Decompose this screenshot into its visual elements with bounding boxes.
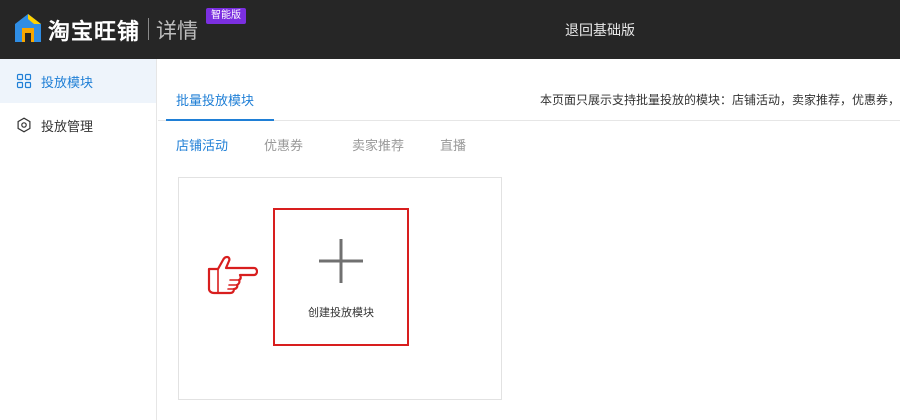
- pointing-hand-icon: [207, 255, 258, 295]
- subtab-store-activity[interactable]: 店铺活动: [176, 135, 228, 154]
- brand-name: 淘宝旺铺: [48, 20, 141, 45]
- back-to-basic-link[interactable]: 退回基础版: [565, 20, 635, 40]
- taobao-wangpu-logo: [15, 14, 41, 42]
- gear-icon: [17, 117, 31, 133]
- plus-icon: [319, 239, 363, 283]
- sidebar: 投放模块 投放管理: [0, 59, 157, 420]
- create-module-button[interactable]: 创建投放模块: [273, 208, 409, 346]
- subtab-live[interactable]: 直播: [440, 135, 466, 154]
- sidebar-item-delivery-modules[interactable]: 投放模块: [0, 59, 156, 103]
- sidebar-item-label: 投放管理: [41, 119, 94, 135]
- edition-badge: 智能版: [206, 8, 246, 24]
- sidebar-item-delivery-management[interactable]: 投放管理: [0, 103, 156, 147]
- notice-text: 本页面只展示支持批量投放的模块：店铺活动，卖家推荐，优惠券，: [540, 93, 900, 107]
- main-content: 批量投放模块 本页面只展示支持批量投放的模块：店铺活动，卖家推荐，优惠券， 店铺…: [158, 59, 900, 420]
- top-bar: 淘宝旺铺 详情 智能版 退回基础版: [0, 0, 900, 59]
- grid-icon: [16, 73, 32, 89]
- sidebar-item-label: 投放模块: [41, 75, 94, 91]
- active-tab-indicator: [166, 119, 274, 121]
- subtab-coupon[interactable]: 优惠券: [264, 135, 303, 154]
- subtab-seller-recommend[interactable]: 卖家推荐: [352, 135, 404, 154]
- tab-batch-delivery[interactable]: 批量投放模块: [176, 90, 254, 109]
- brand-divider: [148, 18, 149, 40]
- create-module-label: 创建投放模块: [308, 306, 374, 319]
- section-title: 详情: [156, 19, 198, 43]
